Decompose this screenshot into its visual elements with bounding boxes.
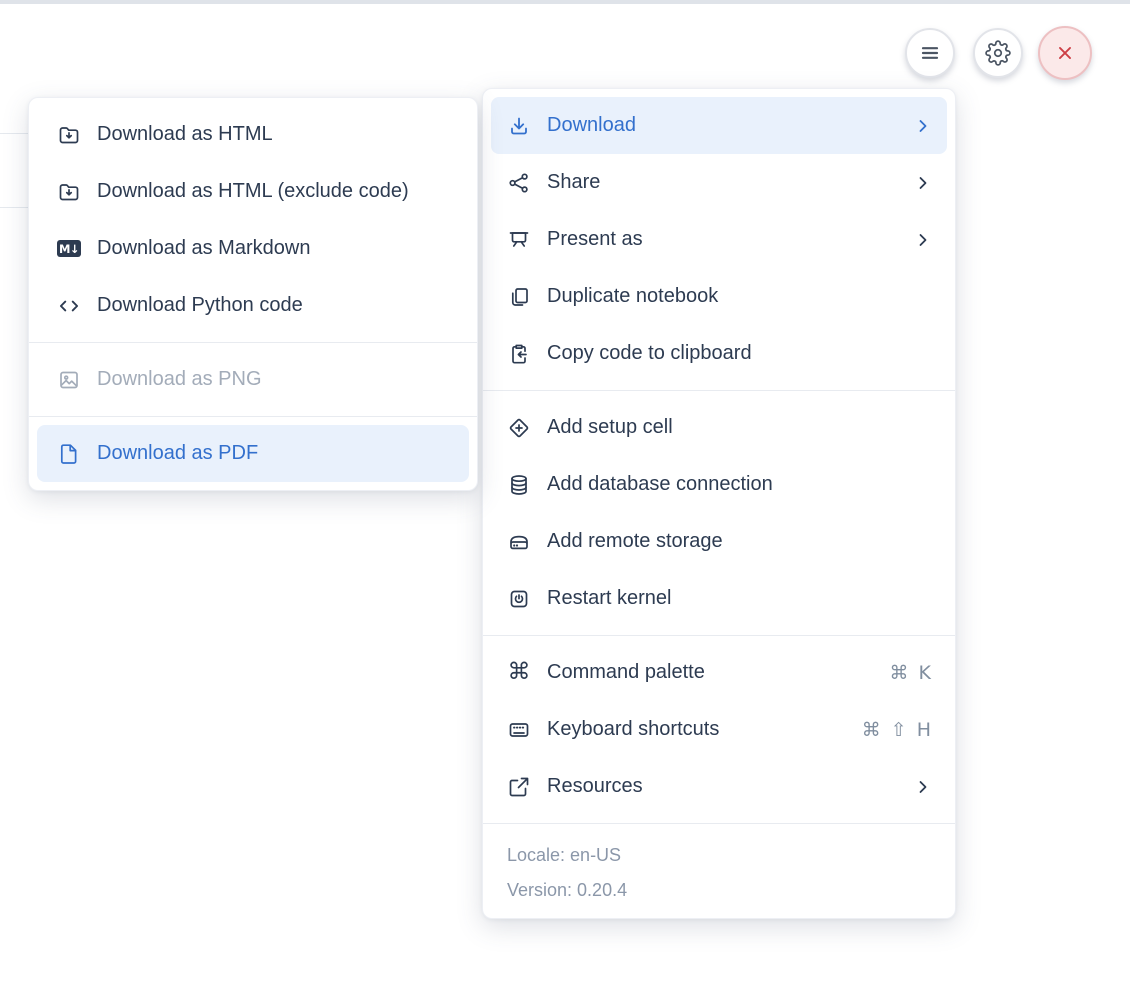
menu-item-command-palette[interactable]: ⌘ Command palette ⌘ K [491,644,947,701]
add-setup-cell-icon [507,416,531,440]
menu-item-label: Copy code to clipboard [547,342,752,364]
image-icon [57,368,81,392]
menu-item-label: Command palette [547,661,705,683]
menu-item-download-pdf[interactable]: Download as PDF [37,425,469,482]
menu-footer: Locale: en-US Version: 0.20.4 [483,832,955,910]
menu-item-label: Download Python code [97,294,303,316]
database-icon [507,473,531,497]
menu-divider [483,390,955,391]
menu-item-copy-code[interactable]: Copy code to clipboard [491,325,947,382]
hamburger-icon [918,41,942,65]
file-icon [57,442,81,466]
menu-item-label: Add setup cell [547,416,673,438]
menu-divider [483,635,955,636]
menu-item-download-html[interactable]: Download as HTML [37,106,469,163]
shortcut-hint: ⌘ ⇧ H [861,718,931,741]
menu-item-label: Add database connection [547,473,773,495]
background-divider-line [0,133,29,134]
folder-download-icon [57,123,81,147]
menu-divider [483,823,955,824]
menu-item-add-database[interactable]: Add database connection [491,456,947,513]
menu-item-present-as[interactable]: Present as [491,211,947,268]
menu-item-resources[interactable]: Resources [491,758,947,815]
remote-storage-icon [507,530,531,554]
background-divider-line [0,207,29,208]
menu-item-restart-kernel[interactable]: Restart kernel [491,570,947,627]
copy-clipboard-icon [507,342,531,366]
gear-icon [985,40,1011,66]
menu-item-download[interactable]: Download [491,97,947,154]
chevron-right-icon [915,779,931,795]
menu-item-add-remote-storage[interactable]: Add remote storage [491,513,947,570]
menu-item-label: Restart kernel [547,587,672,609]
share-icon [507,171,531,195]
menu-item-label: Duplicate notebook [547,285,719,307]
duplicate-icon [507,285,531,309]
external-link-icon [507,775,531,799]
menu-item-label: Download as HTML [97,123,273,145]
folder-download-icon [57,180,81,204]
locale-info: Locale: en-US [507,845,622,865]
menu-item-label: Keyboard shortcuts [547,718,720,740]
keyboard-icon [507,718,531,742]
menu-item-label: Download as PNG [97,368,262,390]
menu-divider [29,416,477,417]
download-submenu: Download as HTML Download as HTML (exclu… [28,97,478,491]
download-icon [507,114,531,138]
page-top-border [0,0,1130,4]
close-icon [1054,42,1076,64]
shortcut-hint: ⌘ K [889,661,931,684]
menu-item-label: Download as Markdown [97,237,311,259]
command-icon: ⌘ [507,659,531,685]
menu-item-label: Download [547,114,636,136]
menu-item-share[interactable]: Share [491,154,947,211]
menu-item-download-markdown[interactable]: M↓ Download as Markdown [37,220,469,277]
menu-item-download-html-exclude-code[interactable]: Download as HTML (exclude code) [37,163,469,220]
version-info: Version: 0.20.4 [507,880,628,900]
menu-item-download-python[interactable]: Download Python code [37,277,469,334]
menu-item-download-png[interactable]: Download as PNG [37,351,469,408]
chevron-right-icon [915,118,931,134]
menu-item-label: Download as PDF [97,442,259,464]
menu-item-add-setup-cell[interactable]: Add setup cell [491,399,947,456]
restart-kernel-icon [507,587,531,611]
menu-item-label: Add remote storage [547,530,723,552]
notebook-context-menu: Download Share Present as Duplicate note… [482,88,956,919]
menu-divider [29,342,477,343]
menu-item-keyboard-shortcuts[interactable]: Keyboard shortcuts ⌘ ⇧ H [491,701,947,758]
menu-item-label: Download as HTML (exclude code) [97,180,409,202]
menu-button[interactable] [905,28,955,78]
chevron-right-icon [915,232,931,248]
menu-item-label: Present as [547,228,643,250]
markdown-icon: M↓ [57,240,81,257]
present-icon [507,228,531,252]
close-button[interactable] [1038,26,1092,80]
menu-item-duplicate-notebook[interactable]: Duplicate notebook [491,268,947,325]
settings-button[interactable] [973,28,1023,78]
code-icon [57,294,81,318]
menu-item-label: Share [547,171,601,193]
chevron-right-icon [915,175,931,191]
menu-item-label: Resources [547,775,643,797]
